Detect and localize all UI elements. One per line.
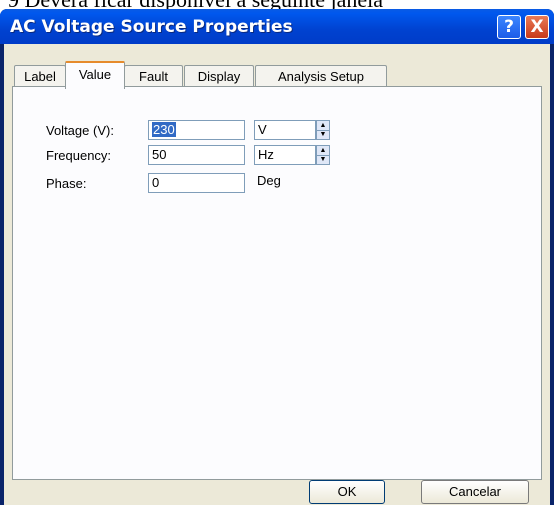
tab-panel-value: Voltage (V): 230 V ▲ ▼ Frequency: 50 Hz … bbox=[12, 86, 542, 480]
voltage-value: 230 bbox=[152, 122, 176, 137]
tab-value[interactable]: Value bbox=[65, 61, 125, 89]
phase-label: Phase: bbox=[46, 176, 87, 191]
tab-analysis-setup[interactable]: Analysis Setup bbox=[255, 65, 387, 87]
tab-strip: Label Value Fault Display Analysis Setup bbox=[12, 61, 412, 89]
frequency-input[interactable]: 50 bbox=[148, 145, 245, 165]
title-bar[interactable]: AC Voltage Source Properties ? X bbox=[0, 9, 554, 44]
window-title: AC Voltage Source Properties bbox=[10, 17, 293, 37]
frequency-unit-spinner[interactable]: ▲ ▼ bbox=[316, 145, 330, 165]
ok-button[interactable]: OK bbox=[309, 480, 385, 504]
voltage-unit-spinner[interactable]: ▲ ▼ bbox=[316, 120, 330, 140]
spin-down-icon[interactable]: ▼ bbox=[317, 130, 329, 139]
tab-fault[interactable]: Fault bbox=[124, 65, 183, 87]
tab-label[interactable]: Label bbox=[14, 65, 66, 87]
help-button[interactable]: ? bbox=[497, 15, 521, 39]
frequency-label: Frequency: bbox=[46, 148, 112, 163]
voltage-label: Voltage (V): bbox=[46, 123, 114, 138]
voltage-input[interactable]: 230 bbox=[148, 120, 245, 140]
spin-down-icon[interactable]: ▼ bbox=[317, 155, 329, 164]
dialog-window: AC Voltage Source Properties ? X Label V… bbox=[0, 9, 554, 505]
phase-unit-label: Deg bbox=[257, 173, 281, 188]
close-button[interactable]: X bbox=[525, 15, 549, 39]
phase-input[interactable]: 0 bbox=[148, 173, 245, 193]
dialog-client-area: Label Value Fault Display Analysis Setup… bbox=[4, 44, 550, 505]
voltage-unit-select[interactable]: V bbox=[254, 120, 316, 140]
tab-display[interactable]: Display bbox=[184, 65, 254, 87]
frequency-unit-select[interactable]: Hz bbox=[254, 145, 316, 165]
cancel-button[interactable]: Cancelar bbox=[421, 480, 529, 504]
